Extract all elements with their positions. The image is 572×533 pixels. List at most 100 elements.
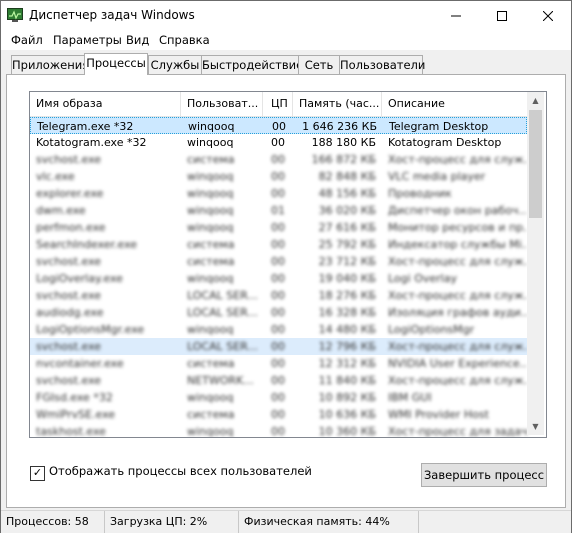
menu-options[interactable]: Параметры: [53, 33, 122, 47]
table-row[interactable]: audiodg.exe LOCAL SER... 00 16 328 КБ Изоляц…: [30, 304, 527, 321]
row-user: winqooq: [187, 221, 234, 234]
scroll-up-arrow-icon[interactable]: ▲: [527, 92, 544, 109]
row-image-name: SearchIndexer.exe: [36, 238, 138, 251]
row-image-name: vlc.exe: [36, 170, 75, 183]
row-image-name: explorer.exe: [36, 187, 104, 200]
table-row[interactable]: LogiOverlay.exe winqooq 00 19 040 КБ Logi Ov…: [30, 270, 527, 287]
column-image-name[interactable]: Имя образа: [30, 92, 181, 116]
row-cpu: 00: [271, 425, 285, 438]
tab-services[interactable]: Службы: [148, 55, 202, 74]
row-description: Хост-процесс для служ...: [388, 374, 527, 387]
row-image-name: svchost.exe: [36, 255, 102, 268]
table-row[interactable]: svchost.exe LOCAL SER... 00 12 796 КБ Хост-п…: [30, 338, 527, 355]
column-cpu[interactable]: ЦП: [263, 92, 293, 116]
row-description: Диспетчер окон рабоч...: [388, 204, 527, 217]
table-row[interactable]: vlc.exe winqooq 00 82 848 КБ VLC media playe…: [30, 168, 527, 185]
row-user: winqooq: [187, 170, 234, 183]
row-memory: 14 480 КБ: [318, 323, 376, 336]
row-user: система: [187, 153, 235, 166]
column-user[interactable]: Пользоват...: [181, 92, 263, 116]
table-row[interactable]: nvcontainer.exe система 00 12 312 КБ NVIDIA …: [30, 355, 527, 372]
table-row[interactable]: perfmon.exe winqooq 00 27 616 КБ Монитор рес…: [30, 219, 527, 236]
row-description: Telegram Desktop: [389, 120, 489, 133]
row-image-name: WmiPrvSE.exe: [36, 408, 116, 421]
table-row[interactable]: dwm.exe winqooq 01 36 020 КБ Диспетчер окон …: [30, 202, 527, 219]
row-cpu: 01: [271, 204, 285, 217]
row-description: IBM GUI: [388, 391, 432, 404]
menu-view[interactable]: Вид: [126, 33, 149, 47]
row-cpu: 00: [271, 170, 285, 183]
row-cpu: 00: [271, 221, 285, 234]
show-all-users-checkbox[interactable]: ✓: [30, 466, 45, 481]
row-memory: 27 616 КБ: [318, 221, 376, 234]
minimize-icon: [451, 15, 461, 17]
menu-bar: Файл Параметры Вид Справка: [1, 31, 571, 50]
tab-users[interactable]: Пользователи: [339, 55, 425, 74]
row-description: Хост-процесс для служ...: [388, 255, 527, 268]
scroll-down-arrow-icon[interactable]: ▼: [527, 418, 544, 435]
end-process-button[interactable]: Завершить процесс: [421, 463, 547, 487]
table-row[interactable]: taskhost.exe winqooq 00 10 360 КБ Хост-проце…: [30, 423, 527, 438]
status-cpu-usage: Загрузка ЦП: 2%: [105, 511, 239, 533]
row-user: NETWORK...: [187, 374, 254, 387]
row-user: LOCAL SER...: [187, 306, 258, 319]
scrollbar-thumb[interactable]: [529, 110, 542, 218]
row-image-name: dwm.exe: [36, 204, 86, 217]
row-cpu: 00: [271, 340, 285, 353]
row-memory: 10 360 КБ: [318, 425, 376, 438]
process-list[interactable]: Имя образа Пользоват... ЦП Память (час..…: [29, 91, 547, 438]
table-row[interactable]: WmiPrvSE.exe система 00 10 636 КБ WMI Provid…: [30, 406, 527, 423]
row-cpu: 00: [271, 357, 285, 370]
row-description: Logi Overlay: [388, 272, 457, 285]
row-description: Хост-процесс для задач...: [388, 425, 527, 438]
row-memory: 12 312 КБ: [318, 357, 376, 370]
row-cpu: 00: [271, 306, 285, 319]
row-user: winqooq: [187, 391, 234, 404]
row-memory: 166 872 КБ: [311, 153, 376, 166]
show-all-users-label[interactable]: Отображать процессы всех пользователей: [49, 464, 312, 478]
title-bar[interactable]: Диспетчер задач Windows: [1, 1, 571, 31]
table-row[interactable]: svchost.exe система 00 23 712 КБ Хост-процес…: [30, 253, 527, 270]
column-header-row: Имя образа Пользоват... ЦП Память (час..…: [30, 92, 527, 117]
table-row[interactable]: svchost.exe LOCAL SER... 00 18 276 КБ Хост-п…: [30, 287, 527, 304]
row-user: winqooq: [187, 425, 234, 438]
row-memory: 18 276 КБ: [318, 289, 376, 302]
processes-panel: Имя образа Пользоват... ЦП Память (час..…: [6, 74, 566, 508]
column-description[interactable]: Описание: [382, 92, 527, 116]
row-cpu: 00: [271, 187, 285, 200]
table-row[interactable]: svchost.exe система 00 166 872 КБ Хост-проце…: [30, 151, 527, 168]
table-row[interactable]: svchost.exe NETWORK... 00 11 840 КБ Хост-про…: [30, 372, 527, 389]
maximize-button[interactable]: [479, 1, 525, 31]
row-image-name: audiodg.exe: [36, 306, 104, 319]
row-cpu: 00: [272, 120, 286, 133]
row-memory: 48 156 КБ: [318, 187, 376, 200]
tab-applications[interactable]: Приложения: [11, 55, 89, 74]
tab-strip: Приложения Процессы Службы Быстродействи…: [1, 53, 571, 75]
row-description: Проводник: [388, 187, 452, 200]
table-row[interactable]: Telegram.exe *32 winqooq 00 1 646 236 КБ Tel…: [30, 117, 527, 134]
vertical-scrollbar[interactable]: ▲ ▼: [527, 92, 544, 435]
close-button[interactable]: [525, 1, 571, 31]
minimize-button[interactable]: [433, 1, 479, 31]
table-row[interactable]: explorer.exe winqooq 00 48 156 КБ Проводник: [30, 185, 527, 202]
task-manager-icon: [7, 8, 23, 22]
table-row[interactable]: SearchIndexer.exe система 00 25 792 КБ Индек…: [30, 236, 527, 253]
row-user: winqooq: [187, 323, 234, 336]
column-memory[interactable]: Память (час...: [293, 92, 382, 116]
table-row[interactable]: Kotatogram.exe *32 winqooq 00 188 180 КБ Kot…: [30, 134, 527, 151]
tab-performance[interactable]: Быстродействие: [201, 55, 303, 74]
menu-file[interactable]: Файл: [11, 33, 43, 47]
row-memory: 12 796 КБ: [318, 340, 376, 353]
row-image-name: FGIsd.exe *32: [36, 391, 113, 404]
sort-down-icon: ▽: [335, 92, 341, 93]
row-user: LOCAL SER...: [187, 340, 258, 353]
table-row[interactable]: FGIsd.exe *32 winqooq 00 10 892 КБ IBM GUI: [30, 389, 527, 406]
row-cpu: 00: [271, 238, 285, 251]
row-description: Изоляция графов ауди...: [388, 306, 527, 319]
menu-help[interactable]: Справка: [159, 33, 210, 47]
row-cpu: 00: [271, 255, 285, 268]
row-cpu: 00: [271, 136, 285, 149]
table-row[interactable]: LogiOptionsMgr.exe winqooq 00 14 480 КБ Logi…: [30, 321, 527, 338]
tab-processes[interactable]: Процессы: [84, 53, 148, 75]
tab-network[interactable]: Сеть: [298, 55, 340, 74]
